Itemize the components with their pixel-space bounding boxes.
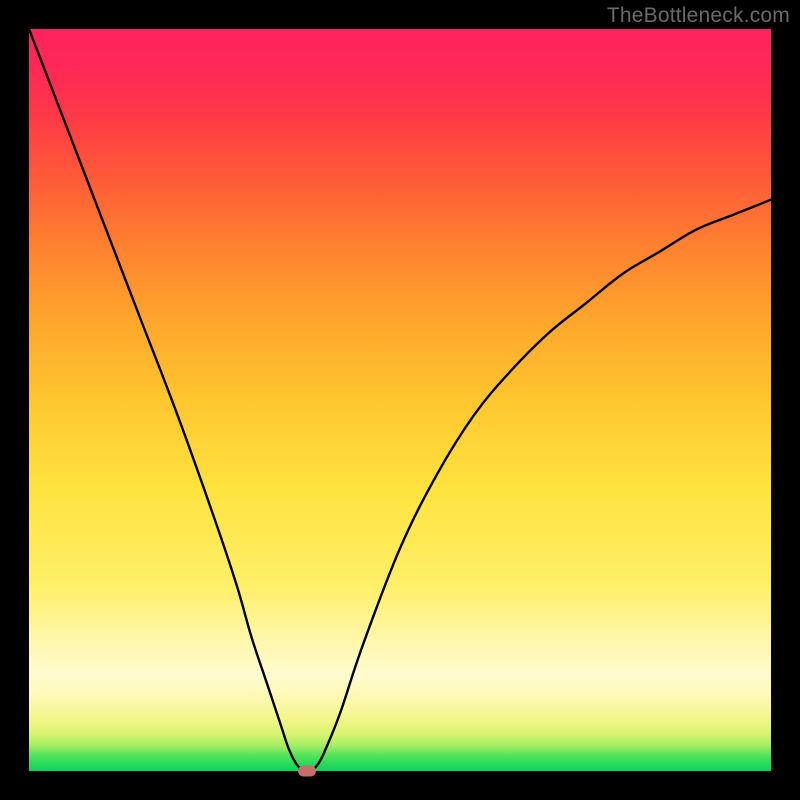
- chart-frame: TheBottleneck.com: [0, 0, 800, 800]
- plot-area: [29, 29, 771, 771]
- watermark-text: TheBottleneck.com: [607, 4, 790, 28]
- bottleneck-curve: [29, 29, 771, 771]
- optimal-point-marker: [298, 766, 316, 777]
